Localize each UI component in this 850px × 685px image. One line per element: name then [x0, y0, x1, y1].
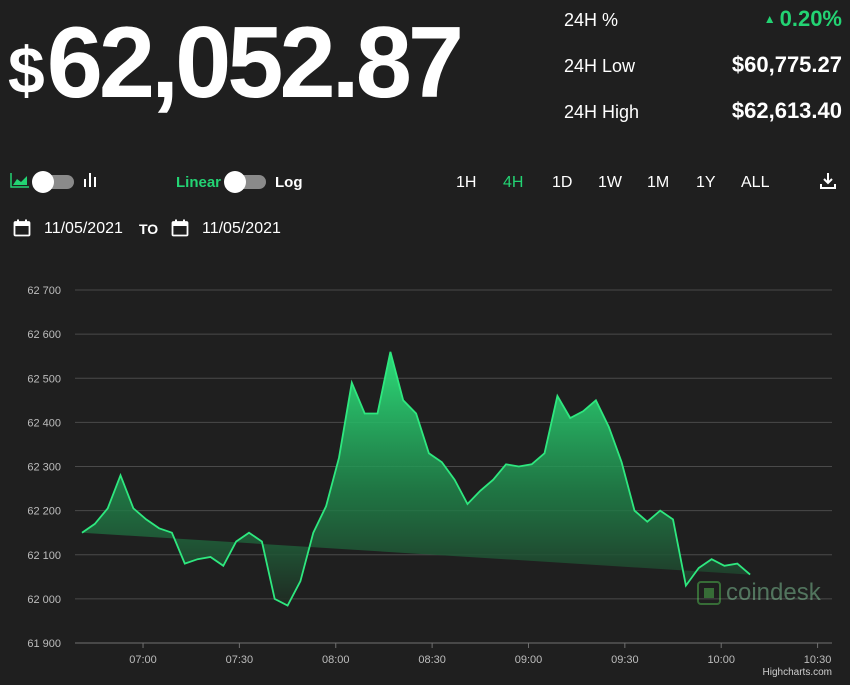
scale-toggle[interactable] — [224, 171, 266, 193]
candlestick-icon[interactable] — [82, 171, 98, 194]
stat-24h-high: 24H High $62,613.40 — [564, 98, 842, 128]
date-to-label: TO — [139, 221, 159, 237]
x-tick-label: 08:30 — [418, 654, 446, 666]
currency-symbol: $ — [8, 33, 45, 107]
price-area — [82, 351, 751, 606]
calendar-icon[interactable] — [171, 219, 189, 242]
x-tick-label: 10:00 — [707, 654, 735, 666]
stat-24h-low: 24H Low $60,775.27 — [564, 52, 842, 82]
watermark-text: coindesk — [726, 579, 822, 606]
range-4h[interactable]: 4H — [503, 174, 523, 192]
y-tick-label: 62 700 — [27, 285, 61, 297]
chart-credits[interactable]: Highcharts.com — [763, 667, 832, 678]
y-tick-label: 62 500 — [27, 373, 61, 385]
range-1h[interactable]: 1H — [456, 174, 476, 192]
range-1m[interactable]: 1M — [647, 174, 669, 192]
x-tick-label: 10:30 — [804, 654, 832, 666]
stat-label: 24H Low — [564, 56, 636, 76]
chart-controls: Linear Log 1H 4H 1D 1W 1M 1Y ALL — [0, 166, 850, 198]
y-tick-label: 62 600 — [27, 329, 61, 341]
y-tick-label: 62 300 — [27, 462, 61, 474]
y-tick-label: 61 900 — [27, 638, 61, 650]
y-tick-label: 62 200 — [27, 506, 61, 518]
area-chart-icon[interactable] — [10, 172, 30, 193]
calendar-icon[interactable] — [13, 219, 31, 242]
arrow-up-icon: ▲ — [763, 12, 776, 26]
stat-label: 24H % — [564, 10, 619, 30]
stat-24h-change: 24H % ▲ 0.20% — [564, 6, 842, 36]
date-from[interactable]: 11/05/2021 — [44, 220, 123, 238]
coindesk-watermark: coindesk — [697, 579, 822, 606]
stat-label: 24H High — [564, 102, 640, 122]
x-tick-label: 08:00 — [322, 654, 350, 666]
x-tick-label: 07:30 — [226, 654, 254, 666]
y-tick-label: 62 400 — [27, 417, 61, 429]
date-to[interactable]: 11/05/2021 — [202, 220, 281, 238]
stat-value: $60,775.27 — [731, 52, 842, 77]
x-tick-label: 09:00 — [515, 654, 543, 666]
range-1d[interactable]: 1D — [552, 174, 572, 192]
price-value: 62,052.87 — [46, 7, 464, 119]
range-1w[interactable]: 1W — [598, 174, 622, 192]
price-chart: coindesk 61 900 62 000 62 100 62 200 62 300 6… — [27, 285, 832, 666]
current-price: $62,052.87 — [8, 7, 464, 125]
scale-log-label[interactable]: Log — [275, 174, 303, 191]
range-all[interactable]: ALL — [741, 174, 769, 192]
x-tick-label: 09:30 — [611, 654, 639, 666]
y-tick-label: 62 000 — [27, 594, 61, 606]
date-range: 11/05/2021 TO 11/05/2021 — [0, 214, 400, 244]
y-tick-label: 62 100 — [27, 550, 61, 562]
download-icon[interactable] — [819, 172, 837, 195]
stat-value: ▲ 0.20% — [763, 6, 842, 31]
range-1y[interactable]: 1Y — [696, 174, 716, 192]
x-tick-label: 07:00 — [129, 654, 157, 666]
chart-type-toggle[interactable] — [32, 171, 74, 193]
scale-linear-label[interactable]: Linear — [176, 174, 221, 191]
stat-value: $62,613.40 — [731, 98, 842, 123]
